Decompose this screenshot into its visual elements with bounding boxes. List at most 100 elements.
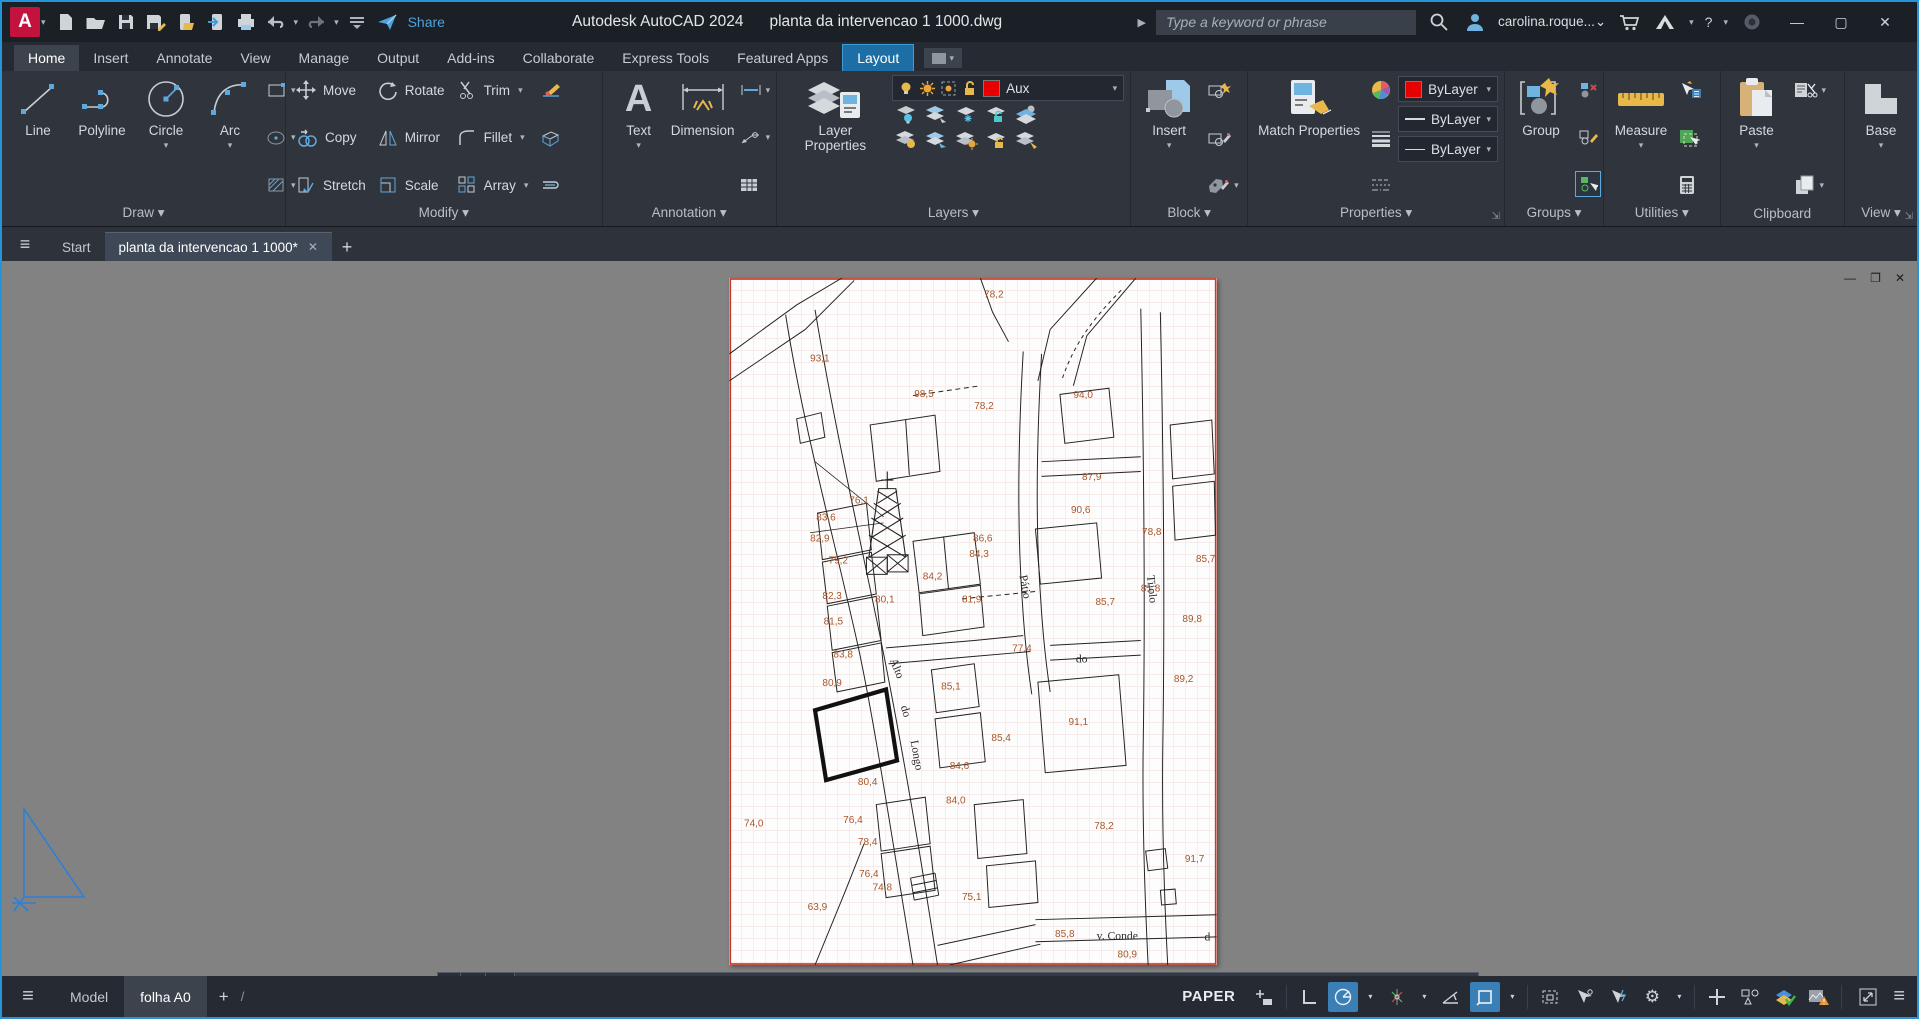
panel-label-properties[interactable]: Properties ▾⇲ xyxy=(1248,200,1504,226)
autodesk-dropdown-icon[interactable]: ▾ xyxy=(1689,17,1694,28)
insert-button[interactable]: Insert ▾ xyxy=(1137,75,1201,200)
ungroup-button[interactable] xyxy=(1575,78,1601,102)
ribbon-tab-add-ins[interactable]: Add-ins xyxy=(433,45,508,71)
text-button[interactable]: A Text ▾ xyxy=(609,75,669,200)
keytip-arrow-icon[interactable]: ▶ xyxy=(1138,16,1146,29)
command-customize-icon[interactable] xyxy=(486,972,515,976)
array-dropdown-icon[interactable]: ▾ xyxy=(524,180,529,191)
tab-start[interactable]: Start xyxy=(48,233,105,261)
edit-attributes-button[interactable]: ▾ xyxy=(1205,173,1242,197)
help-icon[interactable]: ? xyxy=(1705,14,1713,30)
table-button[interactable] xyxy=(737,173,774,197)
status-menu-icon[interactable]: ≡ xyxy=(2,985,54,1008)
mirror-button[interactable]: Mirror xyxy=(374,125,449,151)
arc-dropdown-icon[interactable]: ▾ xyxy=(228,140,233,151)
plot-button[interactable] xyxy=(233,9,259,35)
panel-label-view[interactable]: View ▾⇲ xyxy=(1845,200,1917,226)
polar-tracking-toggle[interactable] xyxy=(1328,982,1358,1012)
panel-label-block[interactable]: Block ▾ xyxy=(1131,200,1247,226)
lineweight-dropdown[interactable]: ByLayer ▾ xyxy=(1398,106,1498,132)
logo-dropdown-icon[interactable]: ▾ xyxy=(41,17,46,28)
linetype-icon[interactable] xyxy=(1368,173,1394,197)
circle-button[interactable]: Circle ▾ xyxy=(136,75,196,200)
ribbon-tab-layout[interactable]: Layout xyxy=(842,44,914,71)
linear-dimension-button[interactable]: ▾ xyxy=(737,78,774,102)
panel-label-draw[interactable]: Draw ▾ xyxy=(2,200,285,226)
offset-button[interactable] xyxy=(537,173,565,197)
cut-button[interactable]: ▾ xyxy=(1791,78,1830,102)
ribbon-tab-annotate[interactable]: Annotate xyxy=(142,45,226,71)
group-button[interactable]: Group xyxy=(1511,75,1571,200)
move-button[interactable]: Move xyxy=(292,77,370,103)
panel-label-annotation[interactable]: Annotation ▾ xyxy=(603,200,776,226)
save-button[interactable] xyxy=(113,9,139,35)
array-button[interactable]: Array▾ xyxy=(453,172,534,198)
annotation-monitor-toggle[interactable] xyxy=(1804,982,1834,1012)
stretch-button[interactable]: Stretch xyxy=(292,172,370,198)
select-similar-button[interactable] xyxy=(1676,126,1704,150)
object-snap-toggle[interactable] xyxy=(1603,982,1633,1012)
signed-in-user[interactable]: carolina.roque...⌄ xyxy=(1498,14,1606,30)
osnap-dropdown-icon[interactable]: ▾ xyxy=(1416,982,1432,1012)
redo-dropdown-icon[interactable]: ▾ xyxy=(334,17,339,28)
new-file-button[interactable] xyxy=(53,9,79,35)
color-dropdown[interactable]: ByLayer ▾ xyxy=(1398,76,1498,102)
new-layout-button[interactable]: + xyxy=(207,987,241,1007)
dyninput-dropdown-icon[interactable]: ▾ xyxy=(1504,982,1520,1012)
linetype-dropdown[interactable]: ByLayer ▾ xyxy=(1398,136,1498,162)
panel-label-utilities[interactable]: Utilities ▾ xyxy=(1604,200,1720,226)
leader-button[interactable]: ▾ xyxy=(737,126,774,150)
assistant-icon[interactable] xyxy=(1739,9,1765,35)
line-button[interactable]: Line xyxy=(8,75,68,200)
user-avatar-icon[interactable] xyxy=(1462,9,1488,35)
snap-mode-toggle[interactable] xyxy=(1249,982,1279,1012)
window-minimize-button[interactable]: — xyxy=(1775,2,1819,42)
dimension-button[interactable]: Dimension xyxy=(673,75,733,200)
space-toggle[interactable]: PAPER xyxy=(1170,988,1247,1005)
lineweight-icon[interactable] xyxy=(1368,126,1394,150)
group-edit-button[interactable] xyxy=(1575,125,1601,149)
color-wheel-icon[interactable] xyxy=(1368,78,1394,102)
ribbon-tab-output[interactable]: Output xyxy=(363,45,433,71)
ortho-mode-toggle[interactable] xyxy=(1294,982,1324,1012)
crosshair-toggle[interactable] xyxy=(1702,982,1732,1012)
layer-make-current-button[interactable] xyxy=(1014,104,1040,129)
save-to-web-button[interactable] xyxy=(203,9,229,35)
layer-unlock-all-button[interactable] xyxy=(985,130,1009,155)
measure-button[interactable]: Measure ▾ xyxy=(1610,75,1672,200)
share-label[interactable]: Share xyxy=(408,14,445,30)
ribbon-tab-express-tools[interactable]: Express Tools xyxy=(608,45,723,71)
erase-button[interactable] xyxy=(537,78,565,102)
tab-model[interactable]: Model xyxy=(54,976,124,1017)
trim-dropdown-icon[interactable]: ▾ xyxy=(518,85,523,96)
layer-sun-button[interactable] xyxy=(954,130,980,155)
quick-calc-button[interactable] xyxy=(1676,173,1704,197)
polyline-button[interactable]: Polyline xyxy=(72,75,132,200)
fillet-button[interactable]: Fillet▾ xyxy=(453,125,534,151)
app-store-cart-icon[interactable] xyxy=(1616,9,1642,35)
layout-paper[interactable]: 78,293,198,578,294,087,976,183,690,678,8… xyxy=(729,278,1217,965)
ribbon-tab-home[interactable]: Home xyxy=(14,45,79,71)
window-close-button[interactable]: ✕ xyxy=(1863,2,1907,42)
autocad-logo[interactable]: A xyxy=(10,7,40,37)
tab-current-drawing[interactable]: planta da intervencao 1 1000* ✕ xyxy=(105,232,332,261)
save-as-button[interactable] xyxy=(143,9,169,35)
drawing-area[interactable]: — ❐ ✕ xyxy=(2,261,1917,976)
scale-button[interactable]: Scale xyxy=(374,172,449,198)
search-input[interactable]: Type a keyword or phrase xyxy=(1156,10,1416,35)
panel-label-groups[interactable]: Groups ▾ xyxy=(1505,200,1603,226)
layer-isolate-button[interactable] xyxy=(924,104,950,129)
isolate-objects-toggle[interactable] xyxy=(1736,982,1766,1012)
customization-menu-icon[interactable]: ≡ xyxy=(1893,985,1905,1008)
lineweight-dropdown-icon[interactable]: ▾ xyxy=(1487,114,1492,125)
copy-button[interactable]: Copy xyxy=(292,125,370,151)
panel-label-layers[interactable]: Layers ▾ xyxy=(777,200,1130,226)
osnap-tracking-toggle[interactable] xyxy=(1382,982,1412,1012)
linetype-dropdown-icon[interactable]: ▾ xyxy=(1487,144,1492,155)
ribbon-tab-featured-apps[interactable]: Featured Apps xyxy=(723,45,842,71)
layer-dropdown-icon[interactable]: ▾ xyxy=(1113,83,1118,94)
doc-close-icon[interactable]: ✕ xyxy=(1895,271,1905,285)
doc-restore-icon[interactable]: ❐ xyxy=(1870,271,1881,285)
dynamic-input-toggle[interactable] xyxy=(1470,982,1500,1012)
layer-thaw-all-button[interactable] xyxy=(924,130,950,155)
